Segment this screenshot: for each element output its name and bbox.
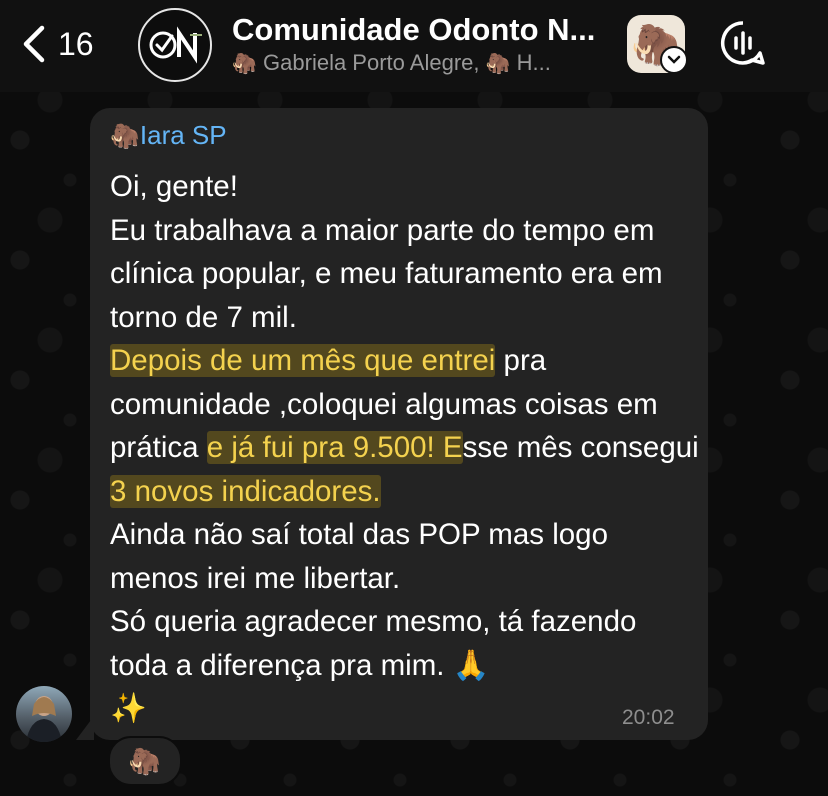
message-paragraph: Só queria agradecer mesmo, tá fazendo to… <box>110 600 700 687</box>
message-bubble[interactable]: 🦣Iara SP Oi, gente! Eu trabalhava a maio… <box>90 108 708 740</box>
chevron-down-icon[interactable] <box>660 46 688 74</box>
message-line: Oi, gente! <box>110 170 238 203</box>
message-timestamp: 20:02 <box>622 706 675 729</box>
mammoth-icon: 🦣 <box>110 123 140 150</box>
chevron-left-icon <box>23 25 45 63</box>
mammoth-icon: 🦣 <box>485 53 511 75</box>
group-avatar[interactable] <box>138 8 212 82</box>
sender-name[interactable]: 🦣Iara SP <box>110 120 227 151</box>
group-logo-icon <box>149 26 202 64</box>
group-title[interactable]: Comunidade Odonto N... <box>232 12 612 48</box>
highlighted-text: e já fui pra 9.500! E <box>206 431 463 464</box>
reaction-badge[interactable]: 🦣 <box>108 736 182 786</box>
message-text: Oi, gente! Eu trabalhava a maior parte d… <box>110 165 700 731</box>
audio-chat-button[interactable] <box>719 19 767 67</box>
highlighted-text: Depois de um mês que entrei <box>110 344 496 377</box>
bubble-tail <box>76 716 94 740</box>
mammoth-icon: 🦣 <box>232 53 257 75</box>
message-line: Eu trabalhava a maior parte do tempo em … <box>110 213 663 334</box>
sender-name-text: Iara SP <box>139 120 227 150</box>
sparkles-icon: ✨ <box>110 692 147 725</box>
chat-header: 16 Comunidade Odonto N... 🦣 Gabriela Por… <box>0 0 828 92</box>
highlighted-text: 3 novos indicadores. <box>110 474 381 508</box>
audio-wave-icon <box>720 21 765 65</box>
group-members[interactable]: 🦣 Gabriela Porto Alegre, 🦣 H... <box>232 50 612 76</box>
sender-avatar[interactable] <box>16 686 72 742</box>
back-button[interactable]: 16 <box>22 20 94 68</box>
message-paragraph: Depois de um mês que entrei pra comunida… <box>110 339 700 513</box>
unread-count: 16 <box>58 25 94 62</box>
member-name: Gabriela Porto Alegre, <box>263 50 480 75</box>
message-text-segment: sse mês consegui <box>462 431 699 464</box>
praying-hands-icon: 🙏 <box>452 648 490 682</box>
chat-screen: 16 Comunidade Odonto N... 🦣 Gabriela Por… <box>0 0 828 796</box>
message-line: Ainda não saí total das POP mas logo men… <box>110 518 608 595</box>
member-name-truncated: H... <box>516 50 551 75</box>
message-text-segment: Só queria agradecer mesmo, tá fazendo to… <box>110 605 637 682</box>
person-photo <box>26 696 62 742</box>
